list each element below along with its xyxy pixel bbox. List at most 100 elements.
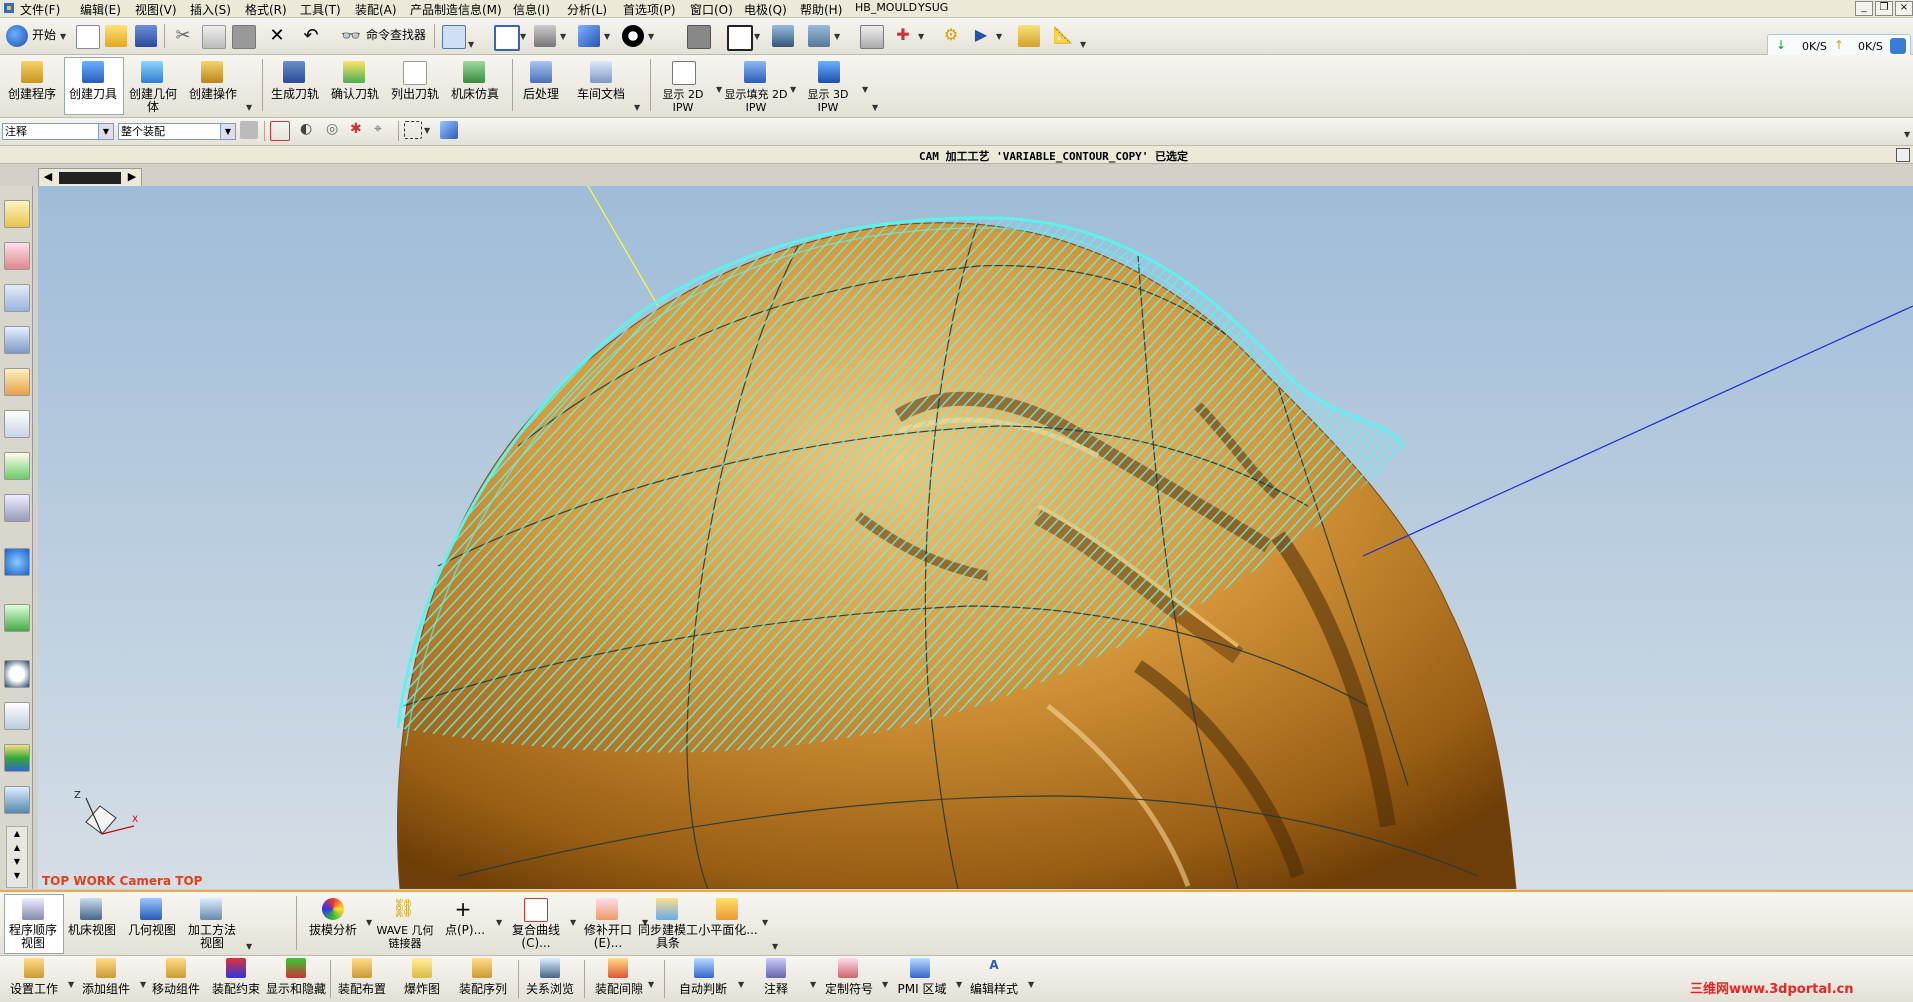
verify-toolpath-icon[interactable] <box>343 61 365 83</box>
machine-navigator-icon[interactable] <box>4 452 30 480</box>
assembly-constraints-icon[interactable] <box>226 958 246 978</box>
menu-edit[interactable]: 编辑(E) <box>80 1 121 18</box>
inferred-icon[interactable] <box>694 958 714 978</box>
chevron-down-icon[interactable]: ▼ <box>220 124 235 139</box>
create-tool-button[interactable]: 创建刀具 <box>64 88 122 101</box>
resource-scroll-control[interactable]: ▲ ▲ ▼ ▼ <box>6 826 28 888</box>
chevron-down-icon[interactable]: ▼ <box>810 980 816 989</box>
scope-select[interactable]: 整个装配 ▼ <box>118 123 236 140</box>
menu-window[interactable]: 窗口(O) <box>690 1 733 18</box>
type-filter-select[interactable]: 注释 ▼ <box>2 123 114 140</box>
clearance-analysis-icon[interactable] <box>608 958 628 978</box>
menu-format[interactable]: 格式(R) <box>245 1 287 18</box>
assembly-sequence-button[interactable]: 装配序列 <box>454 983 512 996</box>
palette-icon[interactable] <box>4 744 30 772</box>
chevron-down-icon[interactable]: ▼ <box>1904 130 1910 139</box>
menu-info[interactable]: 信息(I) <box>513 1 550 18</box>
create-geometry-button[interactable]: 创建几何体 <box>124 88 182 114</box>
restore-icon[interactable]: ❐ <box>1875 1 1893 16</box>
show-2d-ipw-button[interactable]: 显示 2D IPW <box>654 88 712 114</box>
composite-curve-icon[interactable] <box>524 898 548 922</box>
method-view-icon[interactable] <box>200 898 222 920</box>
minimize-icon[interactable]: _ <box>1855 1 1873 16</box>
geometry-view-button[interactable]: 几何视图 <box>124 924 180 937</box>
chevron-down-icon[interactable]: ▼ <box>648 32 654 41</box>
chevron-down-icon[interactable]: ▼ <box>520 32 526 41</box>
menu-insert[interactable]: 插入(S) <box>190 1 231 18</box>
show-3d-ipw-icon[interactable] <box>818 61 840 83</box>
point-button[interactable]: 点(P)... <box>440 924 490 937</box>
composite-curve-button[interactable]: 复合曲线(C)... <box>506 924 566 950</box>
wave-geometry-linker-button[interactable]: WAVE 几何链接器 <box>374 924 436 950</box>
synchronous-modeling-button[interactable]: 同步建模工具条 <box>638 924 698 950</box>
menu-pmi[interactable]: 产品制造信息(M) <box>410 1 502 18</box>
geometry-view-icon[interactable] <box>140 898 162 920</box>
chevron-down-icon[interactable]: ▼ <box>496 918 502 927</box>
rotate-view-icon[interactable] <box>534 25 556 47</box>
chevron-down-icon[interactable]: ▼ <box>424 126 430 135</box>
wave-link-icon[interactable]: ⛓ <box>392 898 415 920</box>
machine-view-icon[interactable] <box>80 898 102 920</box>
method-view-button[interactable]: 加工方法视图 <box>184 924 240 950</box>
edit-style-button[interactable]: 编辑样式 <box>964 983 1024 996</box>
chevron-down-icon[interactable]: ▼ <box>738 980 744 989</box>
chevron-down-icon[interactable]: ▼ <box>560 32 566 41</box>
face-rule-icon[interactable]: ◐ <box>300 121 318 139</box>
save-icon[interactable] <box>135 25 157 47</box>
reuse-library-icon[interactable] <box>4 368 30 396</box>
undo-icon[interactable]: ↶ <box>300 25 322 47</box>
constraint-navigator-icon[interactable] <box>4 242 30 270</box>
chevron-down-icon[interactable]: ▼ <box>1028 980 1034 989</box>
shop-doc-icon[interactable] <box>590 61 612 83</box>
solid-body-icon[interactable] <box>440 121 458 139</box>
binoculars-icon[interactable]: 👓 <box>340 25 362 47</box>
program-order-view-icon[interactable] <box>22 898 44 920</box>
box-select-icon[interactable] <box>404 121 422 139</box>
model-view[interactable]: Z X <box>38 186 1913 889</box>
list-toolpath-icon[interactable] <box>403 61 427 85</box>
fit-view-icon[interactable] <box>494 25 520 51</box>
chevron-down-icon[interactable]: ▼ <box>956 980 962 989</box>
open-folder-icon[interactable] <box>105 25 127 47</box>
menu-preferences[interactable]: 首选项(P) <box>623 1 676 18</box>
chevron-down-icon[interactable]: ▼ <box>570 918 576 927</box>
create-operation-icon[interactable] <box>201 61 223 83</box>
chevron-down-icon[interactable]: ▼ <box>246 103 252 112</box>
postprocess-button[interactable]: 后处理 <box>512 88 570 101</box>
move-component-icon[interactable] <box>166 958 186 978</box>
assembly-constraints-button[interactable]: 装配约束 <box>206 983 266 996</box>
facet-button[interactable]: 小平面化... <box>698 924 758 937</box>
machine-view-button[interactable]: 机床视图 <box>64 924 120 937</box>
copy-icon[interactable] <box>202 25 226 49</box>
measure-icon[interactable] <box>1018 25 1040 47</box>
create-program-icon[interactable] <box>21 61 43 83</box>
add-component-icon[interactable] <box>96 958 116 978</box>
select-faces-icon[interactable]: ◎ <box>326 121 344 139</box>
postprocess-icon[interactable] <box>530 61 552 83</box>
show-hide-icon[interactable] <box>286 958 306 978</box>
snap-view-icon[interactable] <box>772 25 794 47</box>
draft-analysis-button[interactable]: 拔模分析 <box>304 924 362 937</box>
graphics-window[interactable]: Z X TOP WORK Camera TOP <box>38 186 1913 889</box>
assembly-nav-icon[interactable]: ✚ <box>892 25 914 47</box>
chevron-down-icon[interactable]: ▼ <box>648 980 654 989</box>
tab-scroll-left-icon[interactable]: ◀ <box>41 170 55 184</box>
generate-toolpath-button[interactable]: 生成刀轨 <box>266 88 324 101</box>
ie-icon[interactable] <box>1890 38 1906 54</box>
note-button[interactable]: 注释 <box>750 983 802 996</box>
move-component-button[interactable]: 移动组件 <box>146 983 206 996</box>
set-work-part-icon[interactable] <box>24 958 44 978</box>
layer-settings-icon[interactable] <box>860 25 884 49</box>
machine-simulation-button[interactable]: 机床仿真 <box>446 88 504 101</box>
synchronous-modeling-icon[interactable] <box>656 898 678 920</box>
menu-hb-mould[interactable]: HB_MOULD <box>855 1 917 14</box>
assembly-navigator-icon[interactable] <box>4 200 30 228</box>
selection-filter-icon[interactable] <box>442 25 466 49</box>
clearance-analysis-button[interactable]: 装配间隙 <box>590 983 648 996</box>
patch-openings-button[interactable]: 修补开口(E)... <box>578 924 638 950</box>
select-from-list-icon[interactable]: ⌖ <box>374 121 392 139</box>
chevron-down-icon[interactable]: ▼ <box>634 103 640 112</box>
chevron-down-icon[interactable]: ▼ <box>366 918 372 927</box>
chevron-down-icon[interactable]: ▼ <box>762 918 768 927</box>
inferred-button[interactable]: 自动判断 <box>674 983 732 996</box>
